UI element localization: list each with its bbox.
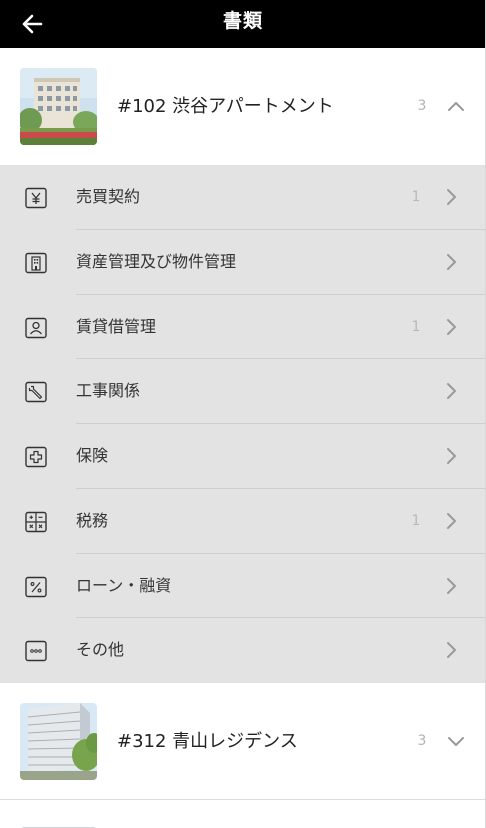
category-count: 1 <box>411 189 421 205</box>
property-row-aoyama[interactable]: #312 青山レジデンス 3 <box>0 683 485 800</box>
yen-icon <box>25 187 47 209</box>
calculator-icon <box>25 511 47 532</box>
chevron-right-icon <box>440 639 462 661</box>
chevron-right-icon <box>440 445 462 467</box>
category-label: その他 <box>76 640 125 660</box>
top-bar: 書類 <box>0 0 485 48</box>
chevron-right-icon <box>440 251 462 273</box>
category-item-loan[interactable]: ローン・融資 <box>0 554 485 619</box>
category-item-other[interactable]: その他 <box>0 618 485 683</box>
category-count: 1 <box>411 318 421 335</box>
property-name: #312 青山レジデンス <box>117 731 298 752</box>
category-label: 売買契約 <box>76 187 141 206</box>
property-thumbnail <box>20 703 97 780</box>
category-label: 資産管理及び物件管理 <box>76 251 237 271</box>
property-thumbnail <box>20 820 97 828</box>
chevron-right-icon <box>440 575 462 597</box>
category-item-tax[interactable]: 税務 1 <box>0 489 485 554</box>
building-icon <box>25 252 47 273</box>
category-count <box>405 618 427 682</box>
chevron-down-icon <box>448 737 464 746</box>
property-row-partial[interactable] <box>0 800 485 828</box>
category-item-sales-contract[interactable]: 売買契約 1 <box>0 165 485 230</box>
category-item-insurance[interactable]: 保険 <box>0 424 485 489</box>
category-label: 工事関係 <box>76 381 141 401</box>
medical-cross-icon <box>25 446 47 468</box>
category-count <box>405 424 427 488</box>
category-item-asset-management[interactable]: 資産管理及び物件管理 <box>0 230 485 295</box>
chevron-right-icon <box>440 186 462 208</box>
chevron-right-icon <box>440 510 462 532</box>
category-count: 1 <box>411 512 421 529</box>
percent-icon <box>25 576 47 597</box>
category-label: 税務 <box>76 510 109 530</box>
person-icon <box>25 317 47 338</box>
category-count <box>405 359 427 423</box>
page-title: 書類 <box>222 10 263 32</box>
category-label: 保険 <box>76 446 109 465</box>
property-thumbnail <box>20 68 97 145</box>
document-category-list: 売買契約 1 資産管理及び物件管理 賃貸借管理 1 工事関係 保険 税務 1 ロ… <box>0 165 485 683</box>
document-count: 3 <box>417 98 427 114</box>
category-item-construction[interactable]: 工事関係 <box>0 359 485 424</box>
category-label: ローン・融資 <box>76 575 172 595</box>
category-label: 賃貸借管理 <box>76 316 157 336</box>
wrench-icon <box>25 382 47 403</box>
property-name: #102 渋谷アパートメント <box>117 96 334 117</box>
chevron-right-icon <box>440 316 462 338</box>
property-row-shibuya[interactable]: #102 渋谷アパートメント 3 <box>0 48 485 165</box>
category-count <box>405 554 427 618</box>
document-count: 3 <box>417 733 427 749</box>
collapse-toggle[interactable] <box>442 94 470 118</box>
category-count <box>405 230 427 294</box>
expand-toggle[interactable] <box>442 729 470 753</box>
more-icon <box>25 641 47 662</box>
chevron-up-icon <box>448 102 464 111</box>
category-item-lease-management[interactable]: 賃貸借管理 1 <box>0 295 485 360</box>
documents-screen: 書類 #102 渋谷アパートメント 3 売買契約 1 資産管理及び物件管理 賃貸… <box>0 0 486 828</box>
chevron-right-icon <box>440 380 462 402</box>
